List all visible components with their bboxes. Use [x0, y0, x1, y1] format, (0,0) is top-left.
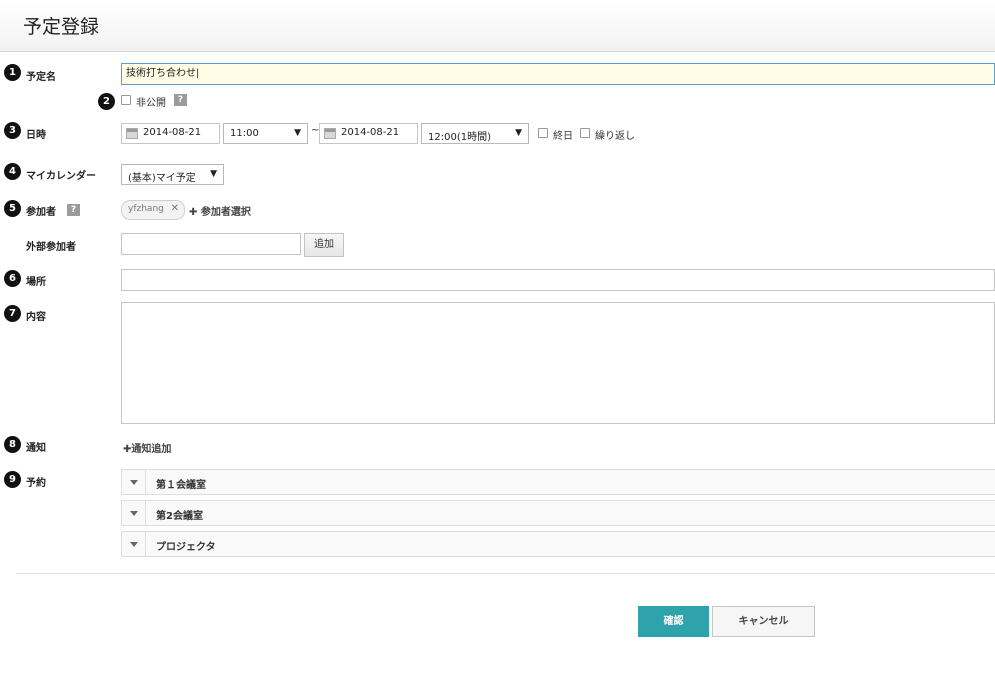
- participants-label: 参加者: [26, 207, 56, 218]
- step-marker-2: 2: [98, 93, 115, 110]
- calendar-label: マイカレンダー: [26, 171, 96, 182]
- confirm-button[interactable]: 確認: [638, 606, 709, 637]
- participant-name: yfzhang: [128, 204, 164, 214]
- step-marker-7: 7: [4, 305, 21, 322]
- reserve-row[interactable]: プロジェクタ: [121, 531, 995, 557]
- end-date-value: 2014-08-21: [341, 127, 400, 138]
- all-day-checkbox[interactable]: [538, 128, 548, 138]
- place-label: 場所: [26, 277, 46, 288]
- private-help-icon[interactable]: ?: [174, 94, 187, 106]
- add-notification-link[interactable]: ✚通知追加: [123, 440, 171, 455]
- chevron-down-icon: ▼: [210, 169, 217, 179]
- reserve-row-name: 第2会議室: [156, 511, 203, 522]
- end-date-field[interactable]: 2014-08-21: [319, 123, 418, 144]
- content-label: 内容: [26, 312, 46, 323]
- chevron-down-icon: ▼: [515, 128, 522, 138]
- repeat-checkbox[interactable]: [580, 128, 590, 138]
- private-checkbox[interactable]: [121, 95, 131, 105]
- step-marker-6: 6: [4, 270, 21, 287]
- start-date-value: 2014-08-21: [143, 127, 202, 138]
- add-participant-link[interactable]: ✚ 参加者選択: [189, 203, 251, 218]
- close-icon[interactable]: ✕: [171, 203, 179, 214]
- cancel-button[interactable]: キャンセル: [712, 606, 815, 637]
- chevron-down-icon: ▼: [294, 128, 301, 138]
- repeat-label: 繰り返し: [595, 131, 635, 142]
- calendar-select-value: (基本)マイ予定: [128, 173, 196, 184]
- reserve-row[interactable]: 第１会議室: [121, 469, 995, 495]
- page-header: 予定登録: [0, 0, 995, 52]
- start-time-select[interactable]: 11:00 ▼: [223, 123, 308, 144]
- end-time-value: 12:00(1時間): [428, 132, 491, 143]
- all-day-label: 終日: [553, 131, 573, 142]
- step-marker-5: 5: [4, 200, 21, 217]
- step-marker-1: 1: [4, 64, 21, 81]
- step-marker-4: 4: [4, 163, 21, 180]
- title-input[interactable]: 技術打ち合わせ|: [121, 63, 995, 85]
- content-textarea[interactable]: [121, 302, 995, 424]
- calendar-icon: [126, 128, 138, 139]
- participant-chip: yfzhang ✕: [121, 200, 185, 220]
- external-input[interactable]: [121, 233, 301, 255]
- chevron-down-icon[interactable]: [122, 470, 146, 494]
- chevron-down-icon[interactable]: [122, 532, 146, 556]
- datetime-label: 日時: [26, 130, 46, 141]
- reserve-row-name: プロジェクタ: [156, 542, 216, 553]
- title-label: 予定名: [26, 72, 56, 83]
- footer-divider: [16, 573, 995, 574]
- step-marker-9: 9: [4, 471, 21, 488]
- notify-label: 通知: [26, 443, 46, 454]
- chevron-down-icon[interactable]: [122, 501, 146, 525]
- participants-help-icon[interactable]: ?: [67, 204, 80, 216]
- page-title: 予定登録: [23, 16, 100, 38]
- calendar-icon: [324, 128, 336, 139]
- private-label: 非公開: [136, 98, 166, 109]
- add-external-button[interactable]: 追加: [304, 233, 344, 257]
- external-label: 外部参加者: [26, 242, 76, 253]
- end-time-select[interactable]: 12:00(1時間) ▼: [421, 123, 529, 144]
- reserve-row[interactable]: 第2会議室: [121, 500, 995, 526]
- step-marker-3: 3: [4, 122, 21, 139]
- step-marker-8: 8: [4, 436, 21, 453]
- calendar-select[interactable]: (基本)マイ予定 ▼: [121, 164, 224, 185]
- start-time-value: 11:00: [230, 128, 259, 139]
- reserve-row-name: 第１会議室: [156, 480, 206, 491]
- place-input[interactable]: [121, 269, 995, 291]
- reserve-label: 予約: [26, 478, 46, 489]
- start-date-field[interactable]: 2014-08-21: [121, 123, 220, 144]
